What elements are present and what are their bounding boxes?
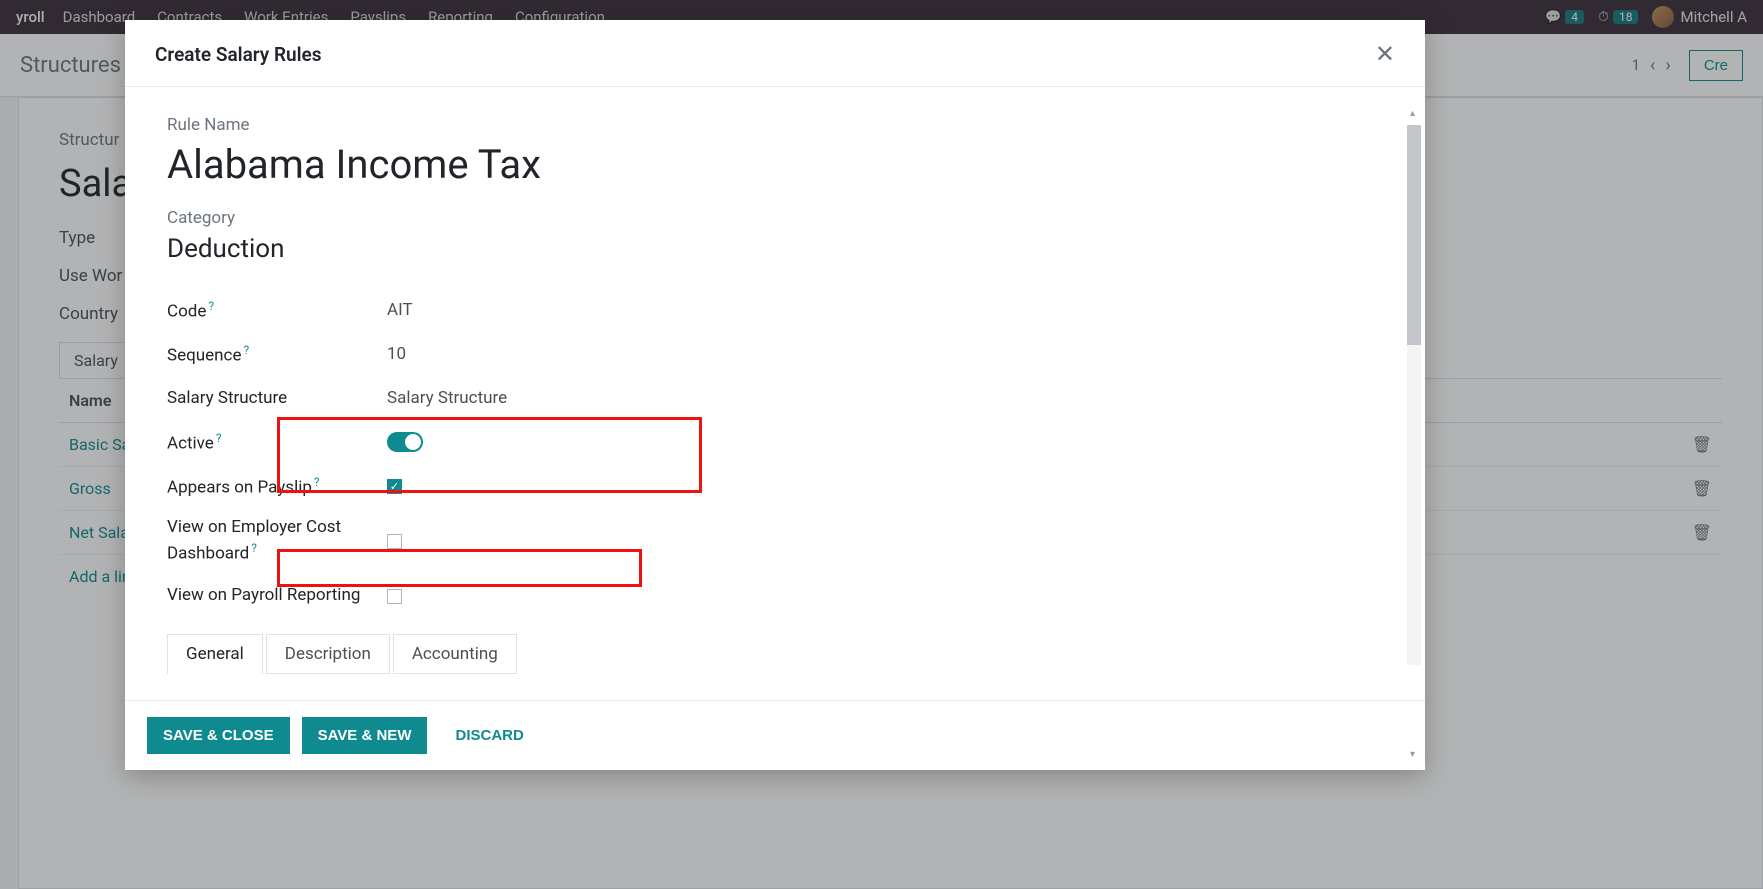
salary-structure-label: Salary Structure xyxy=(167,388,387,408)
close-icon[interactable]: ✕ xyxy=(1375,42,1395,66)
tab-general[interactable]: General xyxy=(167,634,263,674)
scrollbar[interactable] xyxy=(1407,125,1421,665)
active-toggle[interactable] xyxy=(387,432,423,452)
scroll-down-icon[interactable]: ▾ xyxy=(1404,749,1421,766)
help-icon[interactable]: ? xyxy=(243,343,249,357)
view-employer-cost-checkbox[interactable] xyxy=(387,534,402,549)
salary-structure-field[interactable]: Salary Structure xyxy=(387,388,507,408)
discard-button[interactable]: DISCARD xyxy=(439,717,539,754)
help-icon[interactable]: ? xyxy=(314,475,320,489)
appears-on-payslip-label: Appears on Payslip xyxy=(167,477,312,497)
appears-on-payslip-checkbox[interactable]: ✓ xyxy=(387,479,402,494)
help-icon[interactable]: ? xyxy=(251,541,257,555)
save-and-new-button[interactable]: SAVE & NEW xyxy=(302,717,428,754)
sequence-field[interactable]: 10 xyxy=(387,344,406,364)
tab-description[interactable]: Description xyxy=(266,634,390,674)
help-icon[interactable]: ? xyxy=(208,299,214,313)
rule-name-field[interactable]: Alabama Income Tax xyxy=(167,141,1383,188)
code-label: Code xyxy=(167,301,206,321)
create-salary-rule-dialog: Create Salary Rules ✕ Rule Name Alabama … xyxy=(125,20,1425,770)
code-field[interactable]: AIT xyxy=(387,300,413,320)
view-payroll-reporting-label: View on Payroll Reporting xyxy=(167,584,387,608)
tab-accounting[interactable]: Accounting xyxy=(393,634,517,674)
category-label: Category xyxy=(167,208,1383,228)
help-icon[interactable]: ? xyxy=(216,431,222,445)
sequence-label: Sequence xyxy=(167,345,241,365)
view-payroll-reporting-checkbox[interactable] xyxy=(387,589,402,604)
scroll-up-icon[interactable]: ▴ xyxy=(1404,108,1421,125)
rule-tabs: General Description Accounting xyxy=(167,634,1383,674)
save-and-close-button[interactable]: SAVE & CLOSE xyxy=(147,717,290,754)
dialog-title: Create Salary Rules xyxy=(155,43,322,66)
rule-name-label: Rule Name xyxy=(167,115,1383,135)
category-field[interactable]: Deduction xyxy=(167,234,1383,264)
active-label: Active xyxy=(167,433,214,453)
